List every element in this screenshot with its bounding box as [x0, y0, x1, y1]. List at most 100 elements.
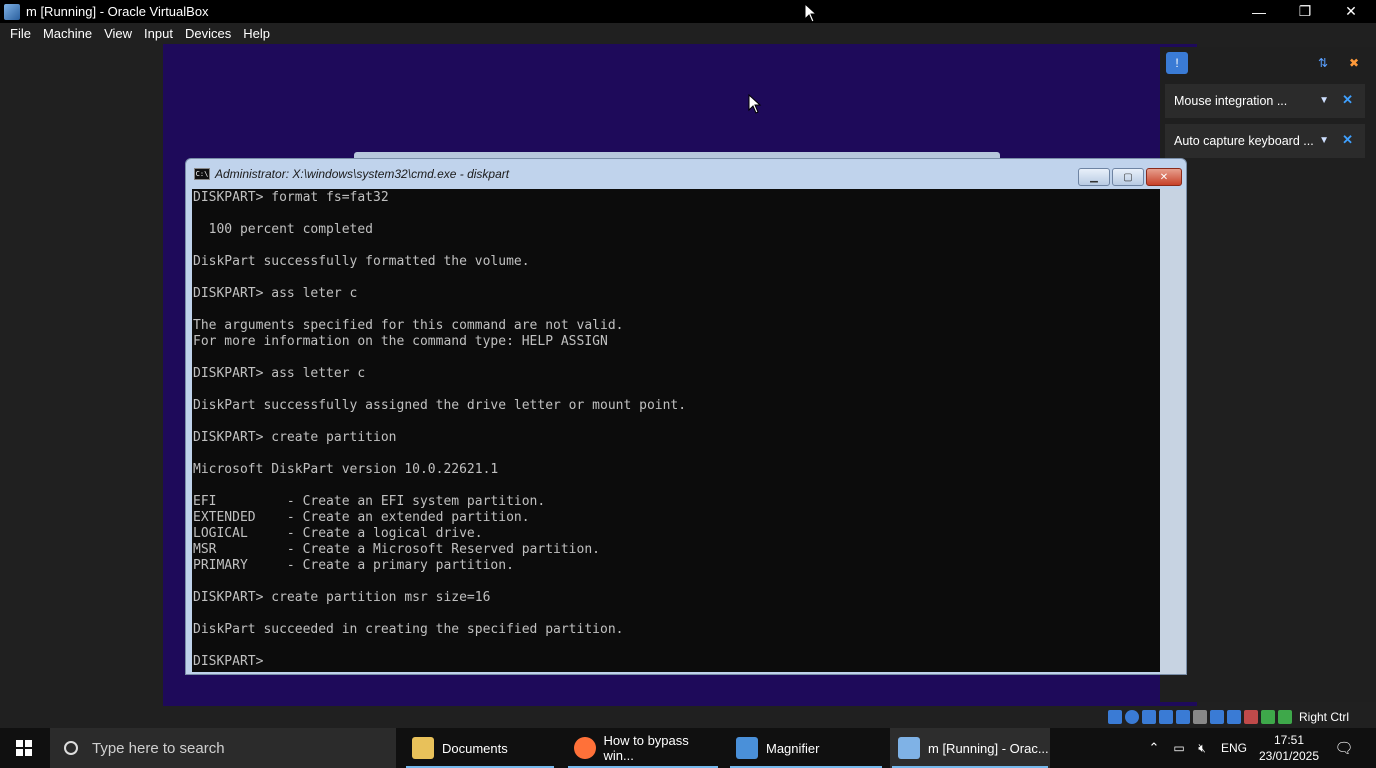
console-line: DISKPART> create partition msr size=16 [193, 590, 491, 605]
console-line: PRIMARY - Create a primary partition. [193, 558, 514, 573]
show-hidden-icons-chevron-icon[interactable]: ⌃ [1146, 728, 1162, 768]
cmd-scrollbar[interactable] [1160, 189, 1186, 674]
host-title-bar: m [Running] - Oracle VirtualBox — ❐ ✕ [0, 0, 1376, 23]
screen: m [Running] - Oracle VirtualBox — ❐ ✕ Fi… [0, 0, 1376, 768]
mouse-cursor-icon [804, 3, 818, 23]
taskbar-item-firefox[interactable]: How to bypass win... [566, 728, 720, 768]
clock-time: 17:51 [1273, 733, 1305, 747]
mouse-integration-icon[interactable] [1261, 710, 1275, 724]
console-line: DISKPART> [193, 654, 264, 669]
clock[interactable]: 17:51 23/01/2025 [1254, 732, 1324, 764]
console-line: MSR - Create a Microsoft Reserved partit… [193, 542, 600, 557]
console-line: DiskPart succeeded in creating the speci… [193, 622, 624, 637]
cmd-title-bar[interactable]: C:\ Administrator: X:\windows\system32\c… [186, 159, 1186, 189]
notification-mouse-integration[interactable]: Mouse integration ... ▼ ✕ [1165, 84, 1365, 118]
minimize-button[interactable]: — [1236, 0, 1282, 23]
magnifier-icon [736, 737, 758, 759]
window-title: m [Running] - Oracle VirtualBox [26, 4, 209, 19]
notification-text: Auto capture keyboard ... [1174, 134, 1314, 148]
dismiss-all-icon[interactable]: ✖ [1343, 52, 1365, 74]
audio-icon[interactable] [1142, 710, 1156, 724]
search-placeholder: Type here to search [92, 739, 225, 757]
speaker-muted-icon[interactable]: 🔇︎ [1192, 728, 1212, 768]
close-notification-icon[interactable]: ✕ [1342, 92, 1353, 108]
console-line: DISKPART> format fs=fat32 [193, 190, 389, 205]
pin-icon[interactable]: ▼ [1319, 135, 1329, 146]
console-line: EXTENDED - Create an extended partition. [193, 510, 530, 525]
cmd-close-button[interactable]: ✕ [1146, 168, 1182, 186]
console-line: DiskPart successfully assigned the drive… [193, 398, 687, 413]
console-line: LOGICAL - Create a logical drive. [193, 526, 483, 541]
recording-icon[interactable] [1227, 710, 1241, 724]
guest-mouse-cursor-icon [748, 94, 762, 114]
taskbar-item-magnifier[interactable]: Magnifier [728, 728, 884, 768]
close-notification-icon[interactable]: ✕ [1342, 132, 1353, 148]
keyboard-capture-icon[interactable] [1278, 710, 1292, 724]
notification-center-icon[interactable]: ! [1166, 52, 1188, 74]
cmd-minimize-button[interactable]: ▁ [1078, 168, 1110, 186]
virtualbox-icon [4, 3, 20, 20]
console-line: For more information on the command type… [193, 334, 608, 349]
cmd-title: Administrator: X:\windows\system32\cmd.e… [215, 167, 510, 181]
console-line: DISKPART> ass letter c [193, 366, 366, 381]
start-button[interactable] [0, 728, 48, 768]
menu-machine[interactable]: Machine [37, 23, 98, 44]
cpu-icon[interactable] [1244, 710, 1258, 724]
taskbar-item-label: m [Running] - Orac... [928, 740, 1049, 756]
optical-drive-icon[interactable] [1125, 710, 1139, 724]
console-line: The arguments specified for this command… [193, 318, 624, 333]
display-icon[interactable] [1210, 710, 1224, 724]
language-indicator[interactable]: ENG [1221, 728, 1247, 768]
close-button[interactable]: ✕ [1328, 0, 1374, 23]
windows-logo-icon [16, 740, 32, 756]
search-icon [64, 741, 78, 755]
console-line: EFI - Create an EFI system partition. [193, 494, 546, 509]
menu-bar: File Machine View Input Devices Help [0, 23, 1376, 44]
console-line: 100 percent completed [193, 222, 374, 237]
menu-devices[interactable]: Devices [179, 23, 237, 44]
hard-disk-icon[interactable] [1108, 710, 1122, 724]
taskbar-item-documents[interactable]: Documents [404, 728, 556, 768]
taskbar-item-label: How to bypass win... [603, 733, 689, 763]
usb-icon[interactable] [1176, 710, 1190, 724]
restore-button[interactable]: ❐ [1282, 0, 1328, 23]
taskbar: Type here to search Documents How to byp… [0, 728, 1376, 768]
taskbar-item-label: Magnifier [766, 740, 820, 756]
cmd-maximize-button[interactable]: ▢ [1112, 168, 1144, 186]
notification-center-icon[interactable]: 🗨︎ [1334, 728, 1354, 768]
taskbar-search-box[interactable]: Type here to search [50, 728, 396, 768]
documents-icon [412, 737, 434, 759]
network-icon[interactable]: ▭ [1170, 728, 1188, 768]
console-output[interactable]: DISKPART> format fs=fat32 100 percent co… [192, 189, 1160, 672]
virtualbox-icon [898, 737, 920, 759]
shared-folders-icon[interactable] [1193, 710, 1207, 724]
notification-auto-capture-keyboard[interactable]: Auto capture keyboard ... ▼ ✕ [1165, 124, 1365, 158]
cmd-window[interactable]: C:\ Administrator: X:\windows\system32\c… [185, 158, 1187, 675]
sort-icon[interactable]: ⇅ [1312, 52, 1334, 74]
firefox-icon [574, 737, 596, 759]
pin-icon[interactable]: ▼ [1319, 95, 1329, 106]
cmd-icon: C:\ [194, 168, 210, 180]
menu-file[interactable]: File [4, 23, 37, 44]
vm-status-bar: Right Ctrl [1108, 706, 1376, 728]
console-line: DISKPART> ass leter c [193, 286, 358, 301]
menu-input[interactable]: Input [138, 23, 179, 44]
menu-help[interactable]: Help [237, 23, 276, 44]
taskbar-item-virtualbox[interactable]: m [Running] - Orac... [890, 728, 1050, 768]
clock-date: 23/01/2025 [1258, 749, 1320, 763]
menu-view[interactable]: View [98, 23, 138, 44]
taskbar-item-label: Documents [442, 740, 508, 756]
network-icon[interactable] [1159, 710, 1173, 724]
console-line: DiskPart successfully formatted the volu… [193, 254, 530, 269]
